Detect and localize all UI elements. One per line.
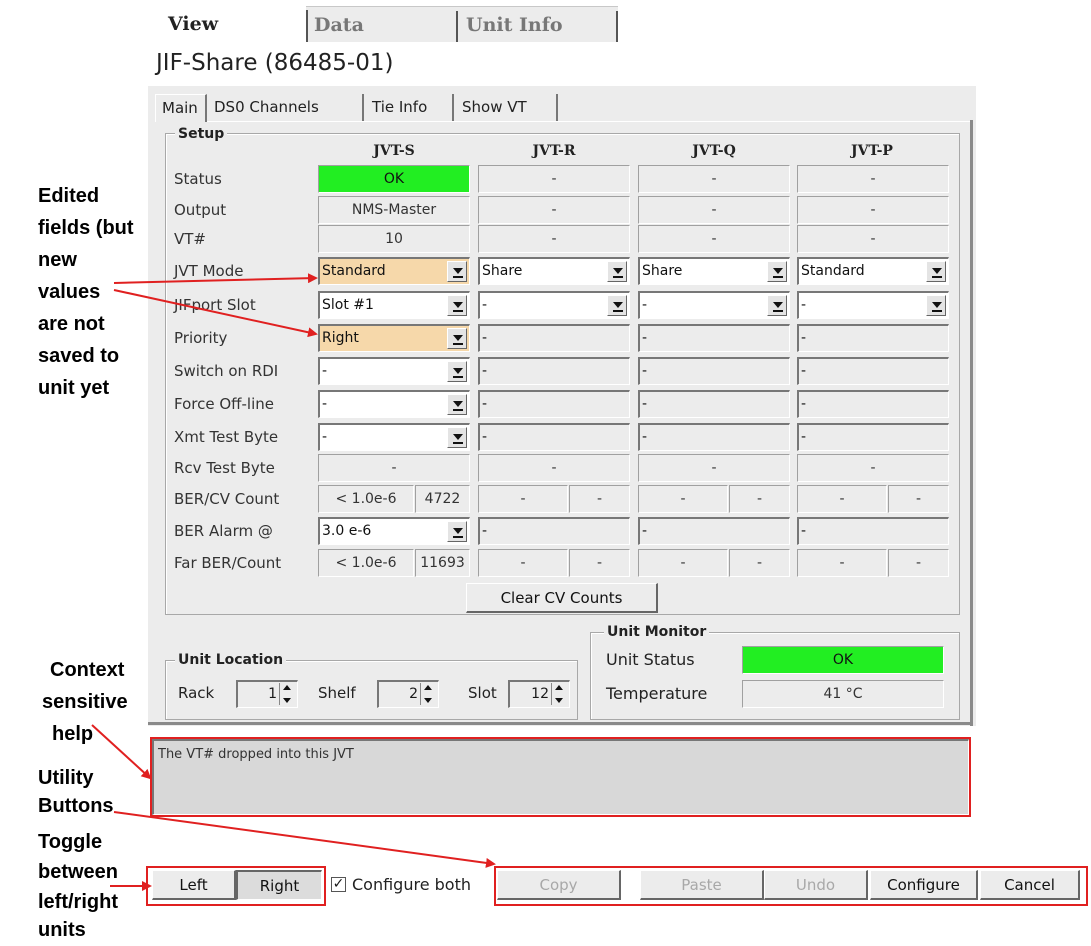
arrow-icon [113, 811, 496, 868]
arrow-icon [113, 289, 318, 338]
annotation-arrows [91, 273, 496, 891]
arrow-icon [91, 724, 152, 780]
arrow-icon [113, 273, 318, 284]
